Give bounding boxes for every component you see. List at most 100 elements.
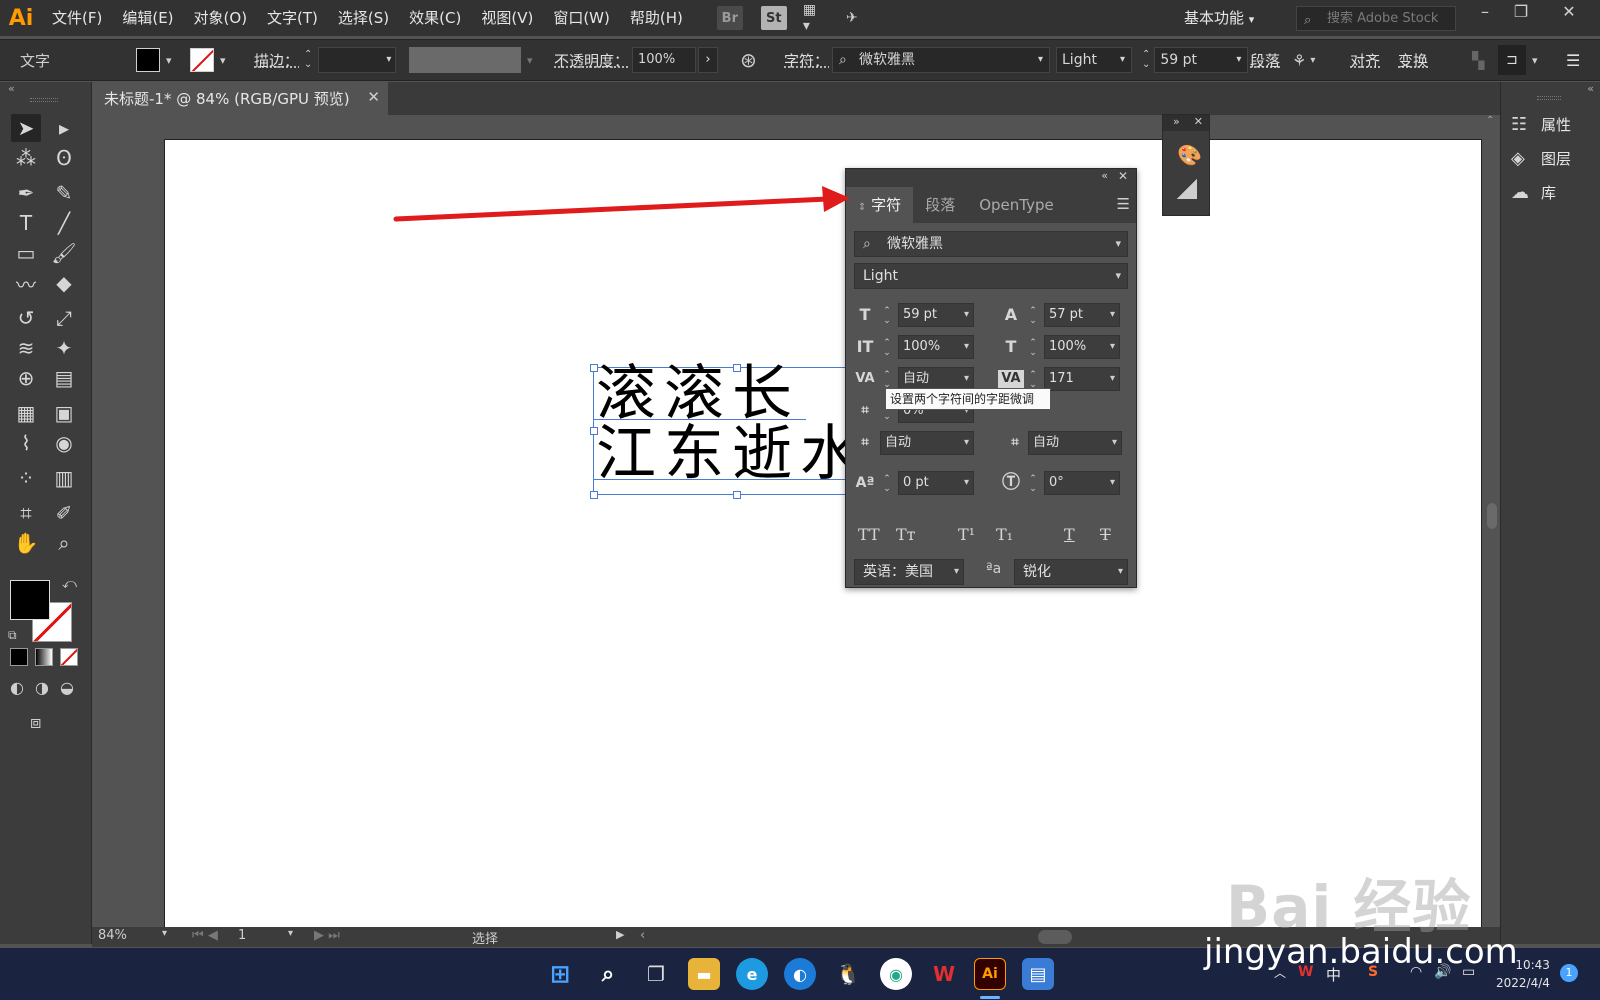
- puppet-warp-tool-icon[interactable]: ✦: [49, 334, 79, 362]
- column-graph-tool-icon[interactable]: ▥: [49, 464, 79, 492]
- paragraph-label[interactable]: 段落: [1250, 40, 1280, 80]
- underline-icon[interactable]: T: [1064, 525, 1075, 544]
- subscript-icon[interactable]: T₁: [996, 525, 1013, 544]
- workspace-switcher[interactable]: 基本功能 ▾: [1184, 7, 1254, 28]
- cp-font-family-select[interactable]: ⌕ 微软雅黑 ▾: [854, 231, 1128, 257]
- selection-tool-icon[interactable]: ➤: [11, 114, 41, 142]
- battery-icon[interactable]: ▭: [1462, 964, 1475, 980]
- menu-select[interactable]: 选择(S): [328, 0, 399, 36]
- search-icon[interactable]: ⌕: [592, 958, 624, 990]
- default-fill-stroke-icon[interactable]: ⧉: [8, 628, 17, 643]
- color-mode-icon[interactable]: [10, 648, 28, 666]
- small-caps-icon[interactable]: Tт: [896, 525, 916, 544]
- antialias-select[interactable]: 锐化 ▾: [1014, 559, 1128, 585]
- menu-type[interactable]: 文字(T): [257, 0, 328, 36]
- cp-font-style-select[interactable]: Light ▾: [854, 263, 1128, 289]
- text-line-1[interactable]: 滚滚长: [596, 364, 800, 424]
- gradient-mode-icon[interactable]: [35, 648, 53, 666]
- chevron-up-icon[interactable]: ︿: [1274, 964, 1286, 981]
- leading-spinner[interactable]: ⌃ ⌄: [1026, 303, 1040, 331]
- chevron-down-icon[interactable]: ▾: [288, 928, 293, 939]
- mesh-tool-icon[interactable]: ▦: [11, 399, 41, 427]
- ime-indicator[interactable]: 中: [1326, 964, 1341, 985]
- draw-behind-icon[interactable]: ◑: [35, 678, 49, 697]
- vertical-scale-spinner[interactable]: ⌃ ⌄: [880, 335, 894, 363]
- panel-grip[interactable]: [30, 98, 58, 102]
- menu-help[interactable]: 帮助(H): [620, 0, 693, 36]
- character-rotation-spinner[interactable]: ⌃ ⌄: [1026, 471, 1040, 499]
- panel-menu-icon[interactable]: ☰: [1566, 40, 1580, 80]
- tracking-input[interactable]: 171 ▾: [1044, 367, 1120, 391]
- vertical-scale-input[interactable]: 100% ▾: [898, 335, 974, 359]
- font-family-select[interactable]: ⌕ 微软雅黑 ▾: [832, 40, 1050, 80]
- direct-selection-tool-icon[interactable]: ▸: [49, 114, 79, 142]
- artboard-number[interactable]: 1: [238, 928, 246, 943]
- text-line-2[interactable]: 江东逝水: [596, 424, 868, 484]
- character-label[interactable]: 字符：: [784, 40, 829, 80]
- draw-inside-icon[interactable]: ◒: [60, 678, 74, 697]
- edge-icon[interactable]: ◐: [784, 958, 816, 990]
- warp-tool-icon[interactable]: ≋: [11, 334, 41, 362]
- tab-character[interactable]: ⇕ 字符: [846, 187, 914, 223]
- lasso-tool-icon[interactable]: ʘ: [49, 144, 79, 172]
- start-icon[interactable]: ⊞: [544, 958, 576, 990]
- stock-button[interactable]: St: [760, 6, 787, 30]
- collapse-panel-icon[interactable]: «: [1101, 169, 1108, 182]
- gpu-performance-icon[interactable]: ✈: [841, 8, 863, 28]
- swap-fill-stroke-icon[interactable]: ⤺: [62, 576, 77, 592]
- resize-handle[interactable]: [590, 364, 598, 372]
- first-artboard-icon[interactable]: ⏮ ◀: [192, 928, 218, 943]
- tab-opentype[interactable]: OpenType: [967, 187, 1066, 223]
- chevron-left-icon[interactable]: ‹: [640, 928, 645, 943]
- paintbrush-tool-icon[interactable]: 🖌: [49, 239, 79, 267]
- zoom-level[interactable]: 84%: [98, 928, 127, 943]
- minimize-button[interactable]: –: [1470, 2, 1500, 26]
- status-menu-arrow[interactable]: ▶: [616, 928, 624, 941]
- blend-tool-icon[interactable]: ◉: [49, 429, 79, 457]
- symbol-sprayer-tool-icon[interactable]: ⁘: [11, 464, 41, 492]
- zoom-tool-icon[interactable]: ⌕: [49, 529, 79, 557]
- volume-icon[interactable]: 🔊: [1434, 964, 1451, 980]
- none-mode-icon[interactable]: [60, 648, 78, 666]
- font-size-field[interactable]: 59 pt ▾: [1154, 47, 1249, 73]
- stroke-weight-field[interactable]: ▾: [318, 47, 397, 73]
- sogou-icon[interactable]: S: [1368, 964, 1378, 980]
- menu-view[interactable]: 视图(V): [471, 0, 543, 36]
- close-icon[interactable]: ✕: [367, 88, 380, 106]
- opacity-field[interactable]: 100%: [632, 47, 696, 73]
- opacity-control[interactable]: 100% ›: [632, 40, 718, 80]
- all-caps-icon[interactable]: TT: [858, 525, 880, 544]
- menu-file[interactable]: 文件(F): [42, 0, 112, 36]
- artboard-tool-icon[interactable]: ⌗: [11, 499, 41, 527]
- resize-handle[interactable]: [590, 427, 598, 435]
- chevron-down-icon[interactable]: ▾: [162, 928, 167, 939]
- dock-libraries[interactable]: ☁ 库: [1511, 178, 1597, 206]
- vertical-scrollbar[interactable]: ⌃: [1484, 115, 1500, 927]
- align-label[interactable]: 对齐: [1350, 40, 1380, 80]
- stock-search-input[interactable]: ⌕ 搜索 Adobe Stock: [1296, 6, 1456, 31]
- palette-icon[interactable]: 🎨: [1177, 143, 1202, 167]
- transform-label[interactable]: 变换: [1398, 40, 1428, 80]
- horizontal-scale-spinner[interactable]: ⌃ ⌄: [1026, 335, 1040, 363]
- font-size-input[interactable]: 59 pt ▾: [898, 303, 974, 327]
- character-rotation-input[interactable]: 0° ▾: [1044, 471, 1120, 495]
- menu-effect[interactable]: 效果(C): [399, 0, 471, 36]
- aki-right-select[interactable]: 自动 ▾: [1028, 431, 1122, 455]
- opacity-label[interactable]: 不透明度：: [554, 40, 629, 80]
- panel-grip[interactable]: [1537, 96, 1561, 100]
- dock-layers[interactable]: ◈ 图层: [1511, 144, 1597, 172]
- aki-left-select[interactable]: 自动 ▾: [880, 431, 974, 455]
- curvature-tool-icon[interactable]: ✎: [49, 179, 79, 207]
- dock-properties[interactable]: ☷ 属性: [1511, 110, 1597, 138]
- wifi-icon[interactable]: ◠: [1410, 964, 1422, 980]
- line-tool-icon[interactable]: ╱: [49, 209, 79, 237]
- rotate-tool-icon[interactable]: ↺: [11, 304, 41, 332]
- bridge-button[interactable]: Br: [716, 6, 743, 30]
- eyedropper-tool-icon[interactable]: ⌇: [11, 429, 41, 457]
- mini-panel-titlebar[interactable]: » ✕: [1163, 115, 1209, 131]
- font-size-spinner[interactable]: ⌃ ⌄: [880, 303, 894, 331]
- fill-color-box[interactable]: [10, 580, 50, 620]
- notepad-icon[interactable]: ▤: [1022, 958, 1054, 990]
- close-window-button[interactable]: ✕: [1554, 2, 1584, 26]
- strikethrough-icon[interactable]: T: [1100, 525, 1111, 544]
